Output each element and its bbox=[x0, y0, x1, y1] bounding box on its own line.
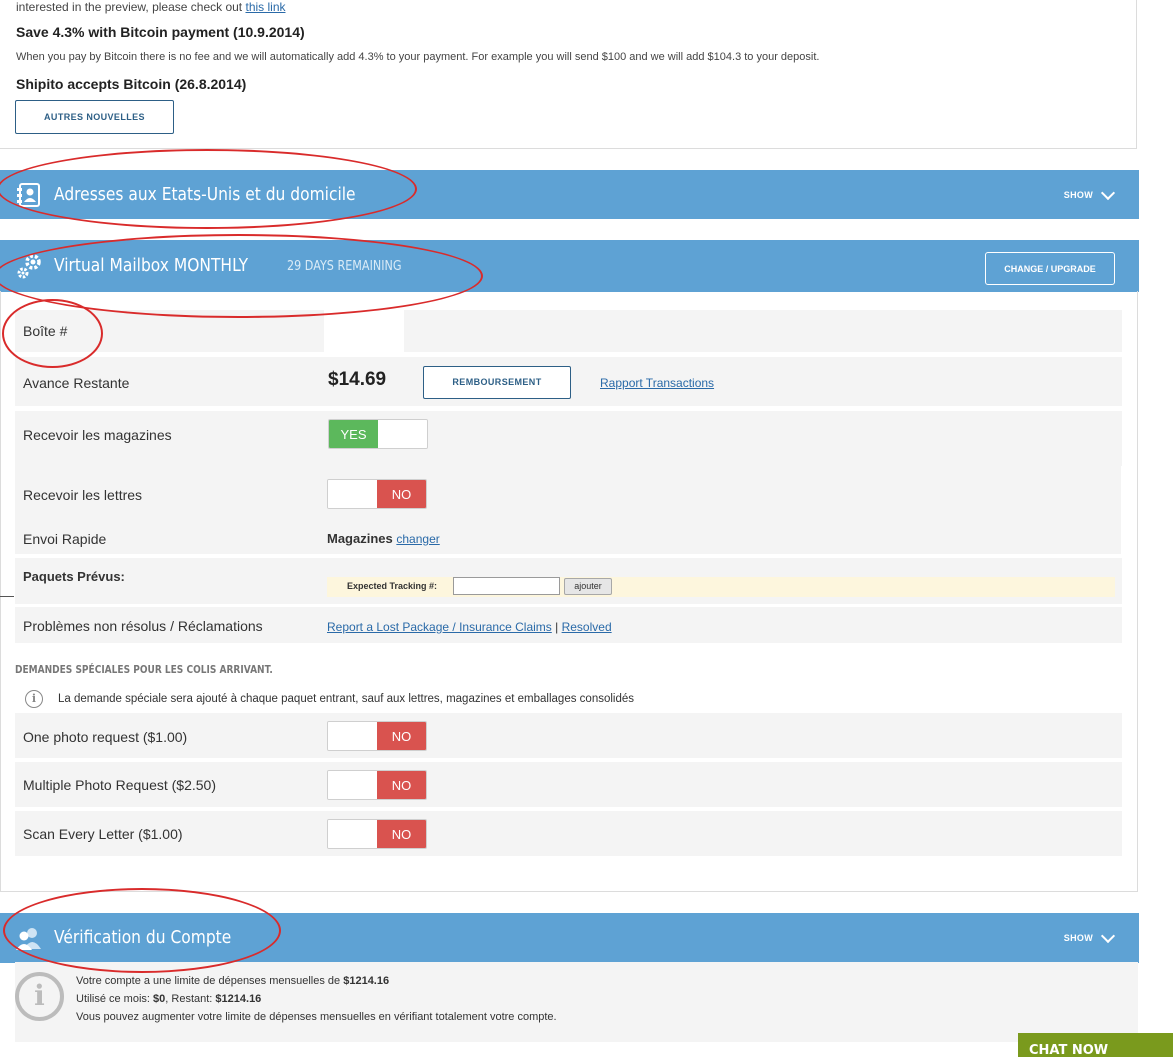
info-icon: i bbox=[15, 972, 64, 1021]
box-number-row: Boîte # bbox=[15, 310, 1122, 352]
special-row: One photo request ($1.00) NO bbox=[15, 713, 1122, 758]
verification-title: Vérification du Compte bbox=[54, 927, 232, 948]
letters-label: Recevoir les lettres bbox=[23, 487, 143, 503]
divider bbox=[0, 596, 14, 597]
usage-line: Utilisé ce mois: $0, Restant: $1214.16 bbox=[76, 990, 557, 1008]
remaining-value: $1214.16 bbox=[215, 993, 262, 1005]
toggle-blank bbox=[328, 722, 377, 750]
link-separator: | bbox=[555, 620, 559, 634]
magazines-toggle[interactable]: YES bbox=[328, 419, 428, 449]
scan-letter-toggle[interactable]: NO bbox=[327, 819, 427, 849]
toggle-blank bbox=[328, 771, 377, 799]
magazines-row: Recevoir les magazines YES bbox=[15, 411, 1122, 466]
toggle-blank bbox=[378, 420, 427, 448]
preview-link[interactable]: this link bbox=[245, 0, 285, 14]
news-item-body: When you pay by Bitcoin there is no fee … bbox=[16, 51, 820, 63]
special-row: Multiple Photo Request ($2.50) NO bbox=[15, 762, 1122, 807]
remaining-label: , Restant: bbox=[165, 993, 216, 1005]
advance-label: Avance Restante bbox=[23, 375, 130, 391]
toggle-no: NO bbox=[377, 820, 426, 848]
news-panel: interested in the preview, please check … bbox=[0, 0, 1137, 149]
toggle-blank bbox=[328, 820, 377, 848]
transactions-link[interactable]: Rapport Transactions bbox=[600, 376, 714, 390]
box-number-label: Boîte # bbox=[23, 323, 68, 339]
spending-limit-text: Votre compte a une limite de dépenses me… bbox=[76, 975, 344, 987]
letters-fast-rows: Recevoir les lettres NO Envoi Rapide Mag… bbox=[15, 466, 1121, 554]
news-preview-line: interested in the preview, please check … bbox=[16, 0, 286, 14]
box-number-value bbox=[324, 310, 404, 352]
section-title: Adresses aux Etats-Unis et du domicile bbox=[54, 184, 356, 205]
verification-panel: i Votre compte a une limite de dépenses … bbox=[15, 962, 1138, 1042]
change-upgrade-button[interactable]: CHANGE / UPGRADE bbox=[985, 252, 1115, 285]
tracking-input[interactable] bbox=[453, 577, 560, 595]
used-value: $0 bbox=[153, 993, 166, 1005]
mailbox-header: Virtual Mailbox MONTHLY 29 DAYS REMAININ… bbox=[0, 240, 1139, 292]
issues-row: Problèmes non résolus / Réclamations Rep… bbox=[15, 607, 1122, 643]
news-preview-text: interested in the preview, please check … bbox=[16, 0, 243, 14]
toggle-no: NO bbox=[377, 480, 426, 508]
refund-button[interactable]: REMBOURSEMENT bbox=[423, 366, 571, 399]
fast-shipping-value-wrap: Magazines changer bbox=[327, 531, 440, 546]
planned-packages-row: Paquets Prévus: Expected Tracking #: ajo… bbox=[15, 558, 1122, 604]
special-row-label: Scan Every Letter ($1.00) bbox=[23, 826, 183, 842]
days-remaining: 29 DAYS REMAINING bbox=[287, 259, 402, 274]
special-row-label: Multiple Photo Request ($2.50) bbox=[23, 777, 216, 793]
tracking-bar: Expected Tracking #: ajouter bbox=[327, 577, 1115, 597]
special-row: Scan Every Letter ($1.00) NO bbox=[15, 811, 1122, 856]
add-tracking-button[interactable]: ajouter bbox=[564, 578, 612, 595]
verification-text: Votre compte a une limite de dépenses me… bbox=[76, 972, 557, 1026]
issues-links: Report a Lost Package / Insurance Claims… bbox=[327, 620, 612, 634]
toggle-blank bbox=[328, 480, 377, 508]
fast-shipping-label: Envoi Rapide bbox=[23, 531, 107, 547]
spending-limit-value: $1214.16 bbox=[343, 975, 390, 987]
advance-value: $14.69 bbox=[328, 369, 387, 390]
show-label: SHOW bbox=[1063, 190, 1093, 200]
mailbox-title: Virtual Mailbox MONTHLY bbox=[54, 255, 249, 276]
resolved-link[interactable]: Resolved bbox=[562, 620, 612, 634]
toggle-no: NO bbox=[377, 722, 426, 750]
issues-label: Problèmes non résolus / Réclamations bbox=[23, 618, 263, 634]
tracking-label: Expected Tracking #: bbox=[347, 581, 438, 591]
news-item-title: Save 4.3% with Bitcoin payment (10.9.201… bbox=[16, 24, 305, 40]
advance-row: Avance Restante $14.69 REMBOURSEMENT Rap… bbox=[15, 357, 1122, 406]
special-requests-heading: DEMANDES SPÉCIALES POUR LES COLIS ARRIVA… bbox=[15, 663, 273, 676]
gears-icon bbox=[17, 254, 41, 279]
used-label: Utilisé ce mois: bbox=[76, 993, 154, 1005]
show-toggle[interactable]: SHOW bbox=[1063, 185, 1116, 200]
planned-packages-label: Paquets Prévus: bbox=[23, 569, 125, 584]
lost-package-link[interactable]: Report a Lost Package / Insurance Claims bbox=[327, 620, 552, 634]
addresses-header[interactable]: Adresses aux Etats-Unis et du domicile S… bbox=[0, 170, 1139, 219]
fast-shipping-value: Magazines bbox=[327, 531, 393, 546]
show-toggle[interactable]: SHOW bbox=[1063, 928, 1116, 943]
chevron-down-icon bbox=[1100, 185, 1116, 200]
change-link[interactable]: changer bbox=[396, 532, 439, 546]
spending-limit-line: Votre compte a une limite de dépenses me… bbox=[76, 972, 557, 990]
special-row-label: One photo request ($1.00) bbox=[23, 729, 188, 745]
letters-toggle[interactable]: NO bbox=[327, 479, 427, 509]
chevron-down-icon bbox=[1100, 928, 1116, 943]
show-label: SHOW bbox=[1063, 933, 1093, 943]
magazines-label: Recevoir les magazines bbox=[23, 427, 172, 443]
address-book-icon bbox=[17, 183, 40, 207]
info-icon: i bbox=[25, 690, 43, 708]
toggle-yes: YES bbox=[329, 420, 378, 448]
toggle-no: NO bbox=[377, 771, 426, 799]
news-item-title: Shipito accepts Bitcoin (26.8.2014) bbox=[16, 76, 247, 92]
more-news-button[interactable]: AUTRES NOUVELLES bbox=[15, 100, 174, 134]
multiple-photo-toggle[interactable]: NO bbox=[327, 770, 427, 800]
chat-now-button[interactable]: CHAT NOW bbox=[1018, 1033, 1173, 1058]
verify-hint: Vous pouvez augmenter votre limite de dé… bbox=[76, 1011, 557, 1023]
photo-request-toggle[interactable]: NO bbox=[327, 721, 427, 751]
verification-header[interactable]: Vérification du Compte SHOW bbox=[0, 913, 1139, 963]
users-icon bbox=[16, 928, 41, 950]
special-requests-info: La demande spéciale sera ajouté à chaque… bbox=[58, 693, 635, 705]
